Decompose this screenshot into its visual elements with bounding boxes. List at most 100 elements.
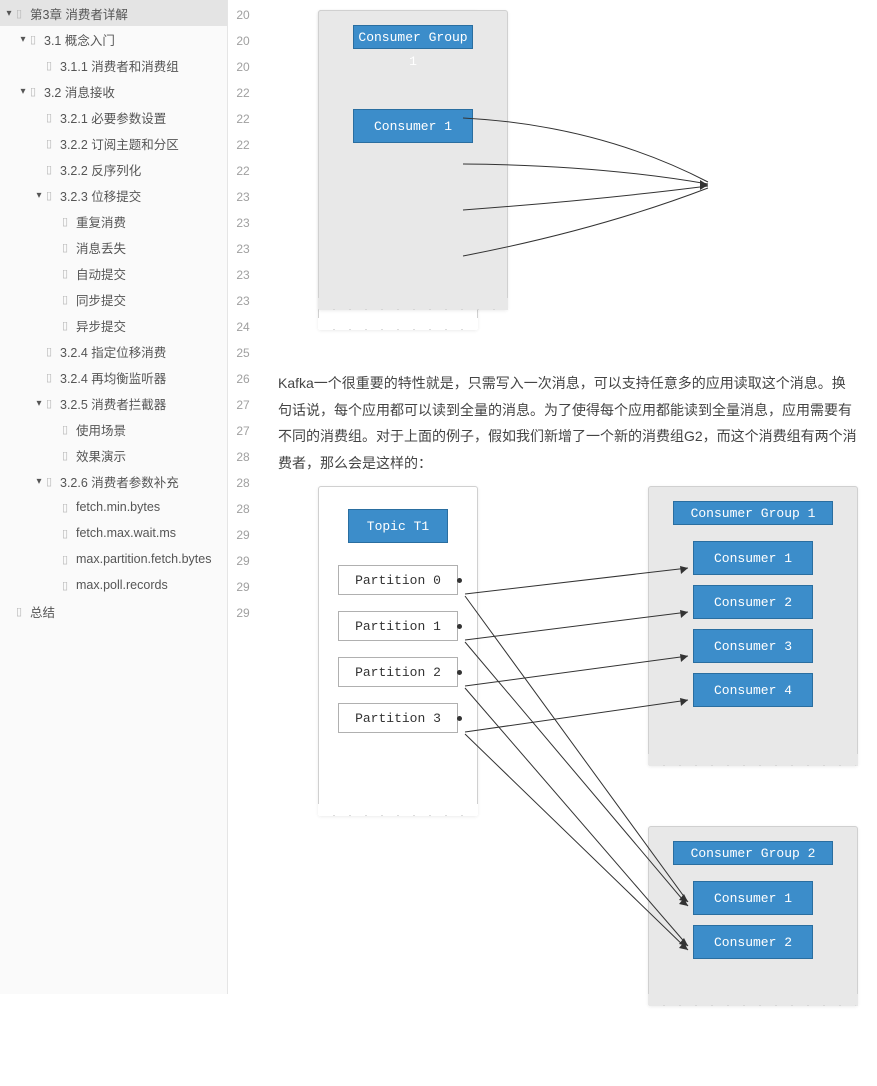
toggle-icon[interactable]: ▾ <box>32 190 46 201</box>
toc-label: max.poll.records <box>76 578 227 592</box>
consumer-group-title: Consumer Group 1 <box>353 25 473 49</box>
paragraph: Kafka一个很重要的特性就是，只需写入一次消息，可以支持任意多的应用读取这个消… <box>278 370 857 476</box>
toc-label: 3.2 消息接收 <box>44 82 227 101</box>
sidebar: ▾▯第3章 消费者详解▾▯3.1 概念入门▯3.1.1 消费者和消费组▾▯3.2… <box>0 0 228 994</box>
diagram-1: Topic T1 Partition 0 Partition 1 Partiti… <box>318 10 857 350</box>
toc-item[interactable]: ▯重复消费 <box>0 208 227 234</box>
toc-label: 3.2.2 反序列化 <box>60 160 227 179</box>
bookmark-icon: ▯ <box>62 501 76 514</box>
bookmark-icon: ▯ <box>46 475 60 488</box>
bookmark-icon: ▯ <box>30 33 44 46</box>
toc-item[interactable]: ▯max.partition.fetch.bytes <box>0 546 227 572</box>
toc-item[interactable]: ▾▯第3章 消费者详解 <box>0 0 227 26</box>
toggle-icon[interactable]: ▾ <box>16 86 30 97</box>
bookmark-icon: ▯ <box>46 59 60 72</box>
page-number: 23 <box>228 210 258 236</box>
g2-consumer-2: Consumer 2 <box>693 925 813 959</box>
toggle-icon[interactable]: ▾ <box>32 398 46 409</box>
page-number: 22 <box>228 80 258 106</box>
page-number: 29 <box>228 574 258 600</box>
toc-label: 3.2.2 订阅主题和分区 <box>60 134 227 153</box>
page-number: 20 <box>228 2 258 28</box>
toc-item[interactable]: ▯fetch.max.wait.ms <box>0 520 227 546</box>
consumer-group-1-panel: Consumer Group 1 Consumer 1 Consumer 2 C… <box>648 486 858 766</box>
toc-item[interactable]: ▯自动提交 <box>0 260 227 286</box>
bookmark-icon: ▯ <box>62 449 76 462</box>
page-number: 23 <box>228 236 258 262</box>
bookmark-icon: ▯ <box>62 215 76 228</box>
toc-label: 3.1.1 消费者和消费组 <box>60 56 227 75</box>
bookmark-icon: ▯ <box>46 137 60 150</box>
d2-partition-3: Partition 3 <box>338 703 458 733</box>
d2-partition-2: Partition 2 <box>338 657 458 687</box>
toc-item[interactable]: ▯max.poll.records <box>0 572 227 598</box>
g1-consumer-2: Consumer 2 <box>693 585 813 619</box>
diagram-2: Topic T1 Partition 0 Partition 1 Partiti… <box>318 486 857 1046</box>
toc-item[interactable]: ▯3.2.4 指定位移消费 <box>0 338 227 364</box>
d2-partition-0: Partition 0 <box>338 565 458 595</box>
toc-item[interactable]: ▯总结 <box>0 598 227 624</box>
toc-item[interactable]: ▾▯3.2.5 消费者拦截器 <box>0 390 227 416</box>
toggle-icon[interactable]: ▾ <box>16 34 30 45</box>
toc-label: 3.2.3 位移提交 <box>60 186 227 205</box>
toc-label: 第3章 消费者详解 <box>30 4 227 23</box>
toc-item[interactable]: ▾▯3.1 概念入门 <box>0 26 227 52</box>
page-number: 25 <box>228 340 258 366</box>
toc-item[interactable]: ▯3.2.4 再均衡监听器 <box>0 364 227 390</box>
toc-item[interactable]: ▯3.1.1 消费者和消费组 <box>0 52 227 78</box>
toc-label: 消息丢失 <box>76 238 227 257</box>
toc-item[interactable]: ▯3.2.1 必要参数设置 <box>0 104 227 130</box>
page-number: 26 <box>228 366 258 392</box>
page-number: 23 <box>228 288 258 314</box>
toc-label: fetch.min.bytes <box>76 500 227 514</box>
toc-label: 效果演示 <box>76 446 227 465</box>
toc-item[interactable]: ▾▯3.2.3 位移提交 <box>0 182 227 208</box>
bookmark-icon: ▯ <box>62 293 76 306</box>
bookmark-icon: ▯ <box>62 423 76 436</box>
toc-item[interactable]: ▯消息丢失 <box>0 234 227 260</box>
bookmark-icon: ▯ <box>46 371 60 384</box>
g1-consumer-4: Consumer 4 <box>693 673 813 707</box>
topic-title-2: Topic T1 <box>348 509 448 543</box>
bookmark-icon: ▯ <box>62 241 76 254</box>
toc-item[interactable]: ▯异步提交 <box>0 312 227 338</box>
toggle-icon[interactable]: ▾ <box>32 476 46 487</box>
bookmark-icon: ▯ <box>46 189 60 202</box>
toc-item[interactable]: ▾▯3.2 消息接收 <box>0 78 227 104</box>
toc-item[interactable]: ▯fetch.min.bytes <box>0 494 227 520</box>
g2-consumer-1: Consumer 1 <box>693 881 813 915</box>
page-numbers: 2020202222222223232323232425262727282828… <box>228 0 258 994</box>
toc-item[interactable]: ▯效果演示 <box>0 442 227 468</box>
bookmark-icon: ▯ <box>46 397 60 410</box>
page-number: 29 <box>228 548 258 574</box>
g1-consumer-1: Consumer 1 <box>693 541 813 575</box>
toc-label: 同步提交 <box>76 290 227 309</box>
d2-partition-1: Partition 1 <box>338 611 458 641</box>
toc-label: max.partition.fetch.bytes <box>76 552 227 566</box>
toc-item[interactable]: ▯同步提交 <box>0 286 227 312</box>
bookmark-icon: ▯ <box>46 163 60 176</box>
consumer-group-2-panel: Consumer Group 2 Consumer 1 Consumer 2 <box>648 826 858 1006</box>
page-number: 28 <box>228 444 258 470</box>
toc-label: 使用场景 <box>76 420 227 439</box>
toc-item[interactable]: ▯3.2.2 反序列化 <box>0 156 227 182</box>
page-number: 24 <box>228 314 258 340</box>
page-number: 23 <box>228 262 258 288</box>
page-number: 27 <box>228 392 258 418</box>
toc-item[interactable]: ▾▯3.2.6 消费者参数补充 <box>0 468 227 494</box>
page-number: 22 <box>228 158 258 184</box>
group2-title: Consumer Group 2 <box>673 841 833 865</box>
toc-label: 重复消费 <box>76 212 227 231</box>
consumer-1: Consumer 1 <box>353 109 473 143</box>
bookmark-icon: ▯ <box>30 85 44 98</box>
page-number: 20 <box>228 54 258 80</box>
toc-label: 3.2.4 再均衡监听器 <box>60 368 227 387</box>
page-number: 22 <box>228 106 258 132</box>
page-number: 28 <box>228 470 258 496</box>
consumer-group-panel: Consumer Group 1 Consumer 1 <box>318 10 508 310</box>
toc-item[interactable]: ▯3.2.2 订阅主题和分区 <box>0 130 227 156</box>
group1-title: Consumer Group 1 <box>673 501 833 525</box>
toc-label: 3.2.6 消费者参数补充 <box>60 472 227 491</box>
toggle-icon[interactable]: ▾ <box>2 8 16 19</box>
toc-item[interactable]: ▯使用场景 <box>0 416 227 442</box>
